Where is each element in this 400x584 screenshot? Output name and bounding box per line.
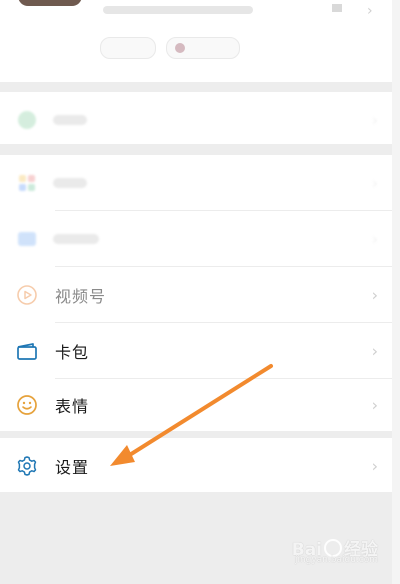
chevron-right-icon: ›	[371, 341, 378, 360]
section-main-list: › › 视频号 › 卡包 › 表情 ›	[0, 155, 392, 431]
chip-dot-icon	[175, 43, 185, 53]
menu-item-label: 卡包	[55, 342, 90, 362]
menu-item-services[interactable]: ›	[0, 92, 392, 147]
cards-icon	[17, 342, 37, 360]
chevron-right-icon: ›	[367, 3, 373, 19]
menu-item-label: 设置	[55, 457, 90, 477]
chevron-right-icon: ›	[371, 285, 378, 304]
menu-item-label	[53, 177, 87, 188]
friend-status-chip[interactable]	[166, 37, 240, 59]
menu-item-label	[53, 233, 99, 244]
menu-item-channels[interactable]: 视频号 ›	[0, 267, 392, 322]
edge-strip	[392, 0, 400, 584]
chevron-right-icon: ›	[371, 456, 378, 475]
menu-item-cards[interactable]: 卡包 ›	[0, 323, 392, 378]
menu-item-settings[interactable]: 设置 ›	[0, 438, 392, 493]
profile-header[interactable]: ›	[0, 0, 392, 82]
settings-icon	[17, 455, 37, 476]
moments-icon	[18, 231, 36, 246]
watermark-url: jingyan.baidu.com	[294, 555, 378, 565]
wechat-id-blurred	[103, 6, 253, 14]
qr-code-icon[interactable]	[332, 4, 342, 12]
avatar[interactable]	[18, 0, 82, 6]
chevron-right-icon: ›	[371, 110, 378, 129]
chevron-right-icon: ›	[371, 173, 378, 192]
menu-item-moments[interactable]: ›	[0, 211, 392, 266]
chevron-right-icon: ›	[371, 395, 378, 414]
section-services: ›	[0, 92, 392, 144]
menu-item-label: 视频号	[55, 286, 107, 306]
menu-item-favorites[interactable]: ›	[0, 155, 392, 210]
favorites-icon	[19, 174, 35, 191]
status-chip[interactable]	[100, 37, 156, 59]
menu-item-label: 表情	[55, 396, 90, 416]
sticker-icon	[17, 394, 37, 415]
chevron-right-icon: ›	[371, 229, 378, 248]
section-settings: 设置 ›	[0, 438, 392, 492]
channels-icon	[17, 284, 37, 305]
services-icon	[18, 110, 36, 129]
menu-item-stickers[interactable]: 表情 ›	[0, 377, 392, 432]
baidu-watermark: Bai 经验 jingyan.baidu.com	[292, 535, 378, 565]
menu-item-label	[53, 114, 87, 125]
